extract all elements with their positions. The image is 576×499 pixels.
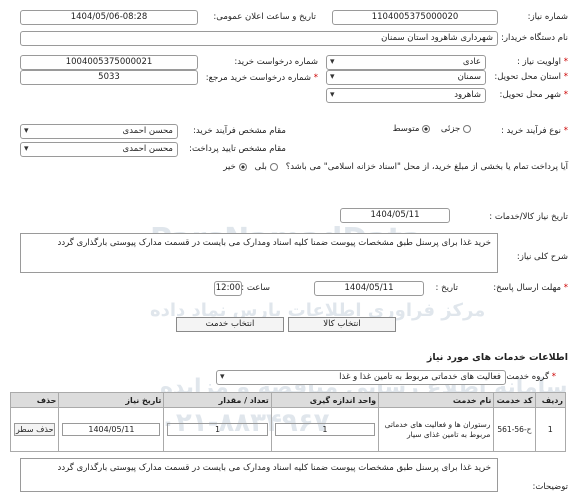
process-official-select[interactable]: محسن احمدی (20, 124, 178, 139)
request-number-field[interactable]: 1004005375000021 (20, 55, 198, 70)
reference-number-label-text: شماره درخواست خرید مرجع: (205, 73, 312, 83)
process-official-label: مقام مشخص فرآیند خرید: (193, 126, 286, 136)
buyer-org-label: نام دستگاه خریدار: (501, 33, 568, 43)
treasury-no-radio[interactable] (238, 162, 247, 171)
process-type-options: جزئی متوسط (393, 124, 471, 134)
service-group-select[interactable]: فعالیت های خدماتی مربوط به تامین غذا و غ… (216, 370, 506, 385)
treasury-question-row: آیا پرداخت تمام یا بخشی از مبلغ خرید، از… (223, 162, 568, 172)
priority-label-text: اولویت نیاز : (516, 57, 562, 67)
need-number-field[interactable]: 1104005375000020 (332, 10, 498, 25)
table-row: 1 ح-56-561 رستوران ها و فعالیت های خدمات… (9, 407, 567, 452)
process-type-minor-label: جزئی (440, 124, 461, 134)
service-unit-field[interactable]: 1 (274, 423, 376, 436)
services-section-title: اطلاعات خدمات های مورد نیاز (426, 352, 568, 363)
response-deadline-label: * مهلت ارسال پاسخ: (493, 283, 568, 293)
process-type-label: * نوع فرآیند خرید : (500, 126, 568, 136)
delete-row-cell: حذف سطر (9, 407, 60, 452)
col-name: نام خدمت (378, 392, 495, 408)
services-table-header: ردیف کد خدمت نام خدمت واحد اندازه گیری ت… (9, 392, 567, 408)
delivery-city-select[interactable]: شاهرود (326, 88, 486, 103)
buyer-org-field[interactable]: شهرداری شاهرود استان سمنان (20, 31, 498, 46)
request-number-label: شماره درخواست خرید: (234, 57, 318, 67)
response-time-label: ساعت : (241, 283, 270, 293)
announce-datetime-label: تاریخ و ساعت اعلان عمومی: (213, 12, 316, 22)
delivery-province-label: * استان محل تحویل: (494, 72, 568, 82)
reference-number-field[interactable]: 5033 (20, 70, 198, 85)
description-textarea[interactable]: خرید غذا برای پرسنل طبق مشخصات پیوست ضمن… (20, 233, 498, 273)
priority-select[interactable]: عادی (326, 55, 486, 70)
notes-label: توضیحات: (532, 482, 568, 492)
delivery-province-label-text: استان محل تحویل: (494, 72, 562, 82)
treasury-yes-label: بلی (254, 162, 267, 172)
need-number-label: شماره نیاز: (527, 12, 568, 22)
process-type-label-text: نوع فرآیند خرید : (500, 126, 562, 136)
delivery-province-select[interactable]: سمنان (326, 70, 486, 85)
announce-datetime-field[interactable]: 1404/05/06-08:28 (20, 10, 198, 25)
service-date-field[interactable]: 1404/05/11 (62, 423, 161, 436)
service-code: ح-56-561 (493, 407, 536, 452)
need-date-field[interactable]: 1404/05/11 (340, 208, 450, 223)
select-services-button[interactable]: انتخاب خدمت (176, 317, 284, 332)
treasury-question-text: آیا پرداخت تمام یا بخشی از مبلغ خرید، از… (285, 162, 568, 172)
service-qty-field[interactable]: 1 (167, 423, 268, 436)
services-table: ردیف کد خدمت نام خدمت واحد اندازه گیری ت… (9, 392, 567, 452)
priority-label: * اولویت نیاز : (516, 57, 568, 67)
response-date-field[interactable]: 1404/05/11 (314, 281, 424, 296)
col-row: ردیف (534, 392, 567, 408)
response-date-label: تاریخ : (435, 283, 458, 293)
payment-official-label: مقام مشخص تایید پرداخت: (189, 144, 286, 154)
treasury-no-label: خیر (223, 162, 236, 172)
delivery-city-label-text: شهر محل تحویل: (499, 90, 562, 100)
select-goods-button[interactable]: انتخاب کالا (288, 317, 396, 332)
service-group-label: * گروه خدمت : (500, 372, 556, 382)
col-delete: حذف (9, 392, 60, 408)
service-group-label-text: گروه خدمت : (500, 372, 550, 382)
col-code: کد خدمت (493, 392, 536, 408)
service-qty-cell: 1 (163, 407, 272, 452)
payment-official-select[interactable]: محسن احمدی (20, 142, 178, 157)
process-type-medium-label: متوسط (392, 124, 420, 134)
service-date-cell: 1404/05/11 (58, 407, 165, 452)
service-unit-cell: 1 (270, 407, 380, 452)
service-name: رستوران ها و فعالیت های خدماتی مربوط به … (378, 407, 495, 452)
delete-row-button[interactable]: حذف سطر (14, 423, 56, 436)
need-date-label: تاریخ نیاز کالا/خدمات : (489, 212, 568, 222)
process-type-medium-radio[interactable] (422, 124, 431, 133)
row-number: 1 (534, 407, 567, 452)
reference-number-label: * شماره درخواست خرید مرجع: (205, 73, 318, 83)
response-deadline-label-text: مهلت ارسال پاسخ: (493, 283, 562, 293)
delivery-city-label: * شهر محل تحویل: (499, 90, 568, 100)
response-time-field[interactable]: 12:00 (214, 281, 242, 296)
treasury-yes-radio[interactable] (269, 162, 278, 171)
process-type-minor-radio[interactable] (463, 124, 471, 133)
notes-textarea[interactable]: خرید غذا برای پرسنل طبق مشخصات پیوست ضمن… (20, 458, 498, 492)
col-date: تاریخ نیاز (58, 392, 165, 408)
col-qty: تعداد / مقدار (163, 392, 272, 408)
description-label: شرح کلی نیاز: (516, 252, 568, 262)
col-unit: واحد اندازه گیری (270, 392, 380, 408)
